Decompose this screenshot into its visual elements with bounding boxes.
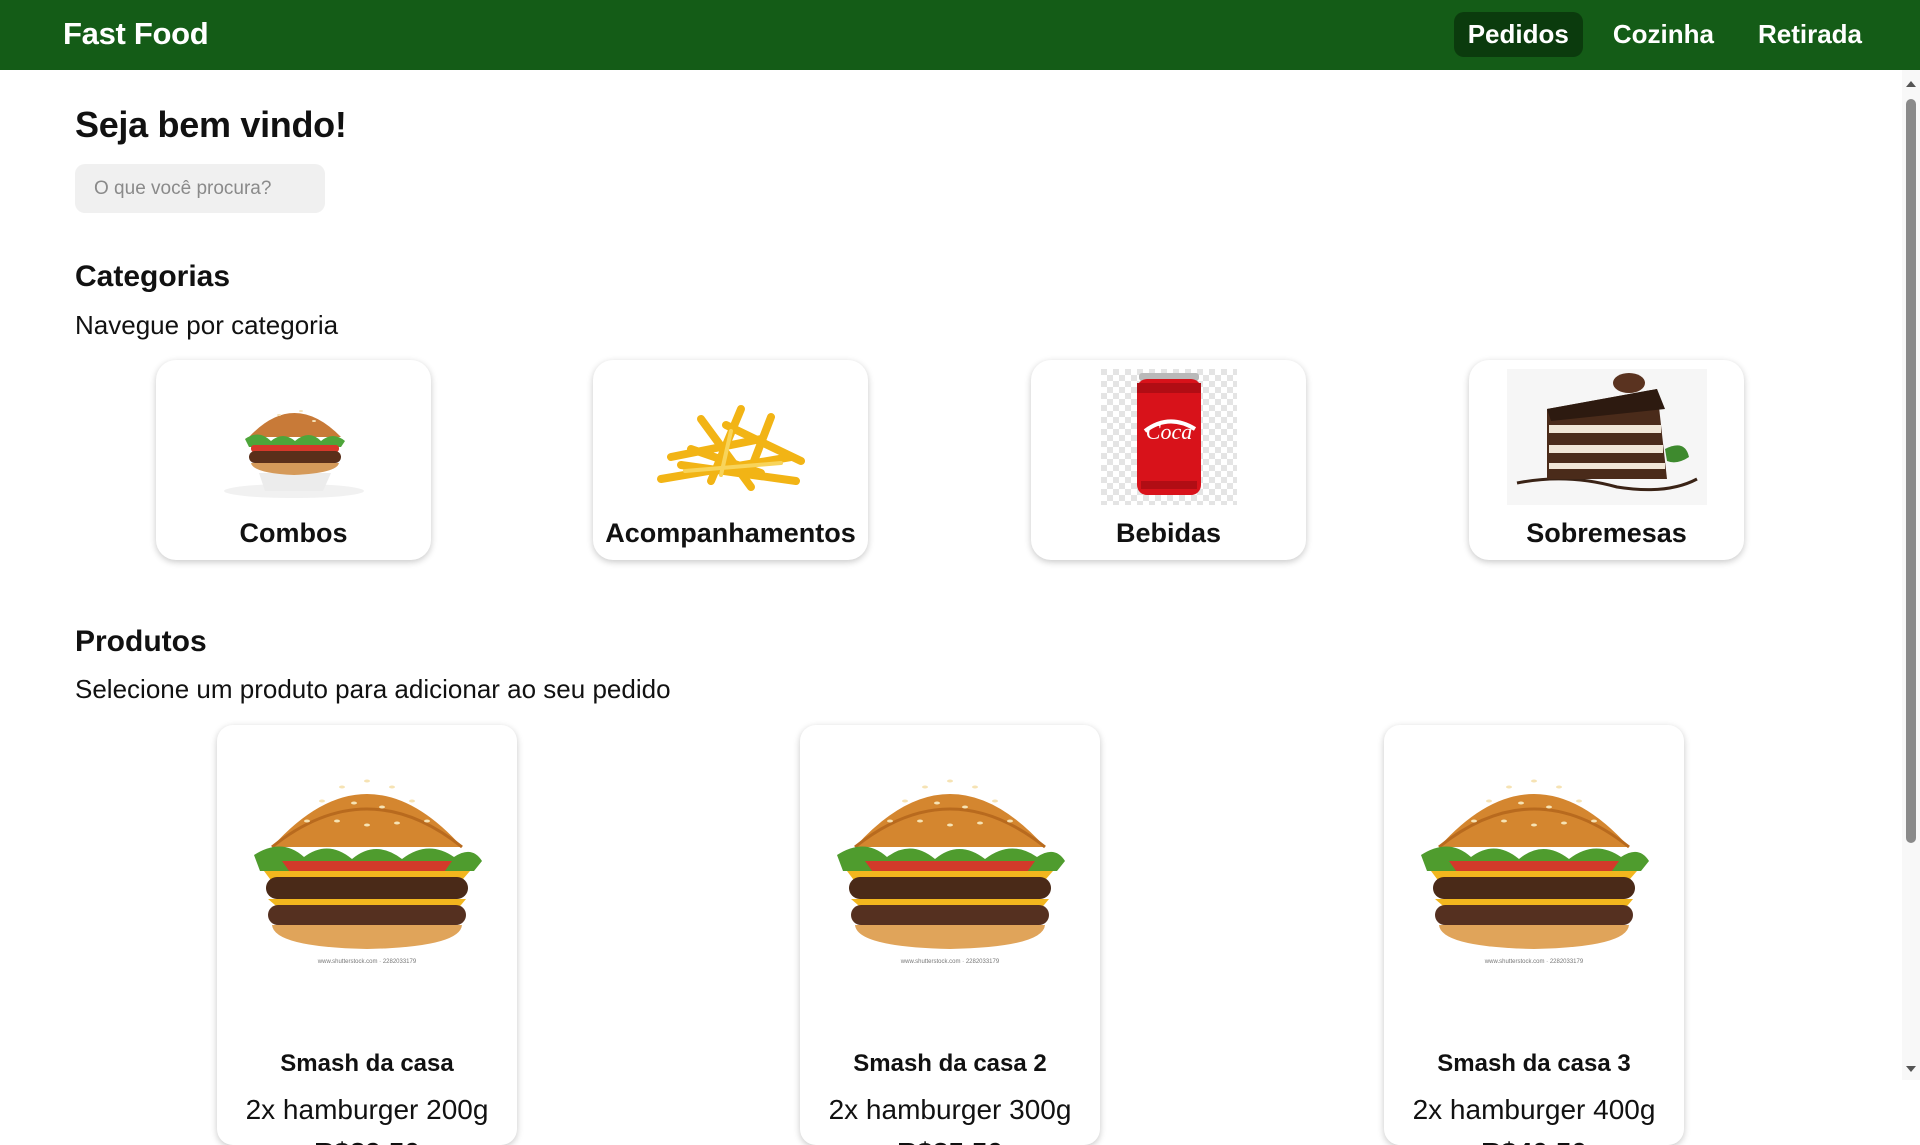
category-label: Combos	[239, 518, 348, 548]
category-card-combos[interactable]: Combos	[156, 360, 431, 560]
nav-links: Pedidos Cozinha Retirada	[1453, 12, 1876, 57]
scrollbar-thumb[interactable]	[1906, 99, 1916, 843]
search-input[interactable]	[75, 164, 325, 213]
category-label: Bebidas	[1115, 518, 1222, 548]
product-price: R$35,50	[800, 1137, 1100, 1145]
scroll-down-icon[interactable]	[1906, 1066, 1916, 1072]
vertical-scrollbar[interactable]	[1902, 70, 1920, 1080]
watermark-text: www.shutterstock.com · 2282033179	[900, 959, 1000, 965]
product-price: R$29,50	[217, 1137, 517, 1145]
nav-link-pedidos[interactable]: Pedidos	[1453, 12, 1583, 57]
product-name: Smash da casa 2	[853, 1050, 1047, 1077]
fries-image	[641, 369, 821, 505]
nav-link-cozinha[interactable]: Cozinha	[1599, 12, 1728, 57]
svg-text:Coca: Coca	[1145, 419, 1191, 444]
welcome-heading: Seja bem vindo!	[75, 104, 347, 145]
category-label: Acompanhamentos	[605, 518, 856, 548]
category-card-sobremesas[interactable]: Sobremesas	[1469, 360, 1744, 560]
category-card-bebidas[interactable]: Coca Bebidas	[1031, 360, 1306, 560]
products-subtitle: Selecione um produto para adicionar ao s…	[75, 674, 671, 704]
product-description: 2x hamburger 400g	[1412, 1094, 1656, 1125]
soda-can-image: Coca	[1100, 369, 1237, 505]
nav-link-retirada[interactable]: Retirada	[1744, 12, 1876, 57]
category-card-acompanhamentos[interactable]: Acompanhamentos	[593, 360, 868, 560]
brand-logo[interactable]: Fast Food	[63, 16, 209, 52]
products-title: Produtos	[75, 625, 207, 658]
product-card[interactable]: www.shutterstock.com · 2282033179 Smash …	[217, 725, 517, 1145]
burger-image: www.shutterstock.com · 2282033179	[242, 751, 492, 965]
scroll-up-icon[interactable]	[1906, 81, 1916, 87]
watermark-text: www.shutterstock.com · 2282033179	[1484, 959, 1584, 965]
top-navbar: Fast Food Pedidos Cozinha Retirada	[0, 0, 1920, 70]
categories-subtitle: Navegue por categoria	[75, 310, 339, 340]
product-description: 2x hamburger 200g	[245, 1094, 489, 1125]
product-name: Smash da casa	[280, 1050, 454, 1077]
burger-image: www.shutterstock.com · 2282033179	[1409, 751, 1659, 965]
category-label: Sobremesas	[1526, 518, 1687, 548]
product-card[interactable]: www.shutterstock.com · 2282033179 Smash …	[1384, 725, 1684, 1145]
product-description: 2x hamburger 300g	[828, 1094, 1072, 1125]
product-card[interactable]: www.shutterstock.com · 2282033179 Smash …	[800, 725, 1100, 1145]
categories-title: Categorias	[75, 260, 231, 293]
burger-image: www.shutterstock.com · 2282033179	[825, 751, 1075, 965]
cake-image	[1506, 369, 1707, 505]
product-price: R$40,50	[1384, 1137, 1684, 1145]
burger-combo-image	[219, 369, 369, 505]
watermark-text: www.shutterstock.com · 2282033179	[317, 959, 417, 965]
product-name: Smash da casa 3	[1437, 1050, 1631, 1077]
